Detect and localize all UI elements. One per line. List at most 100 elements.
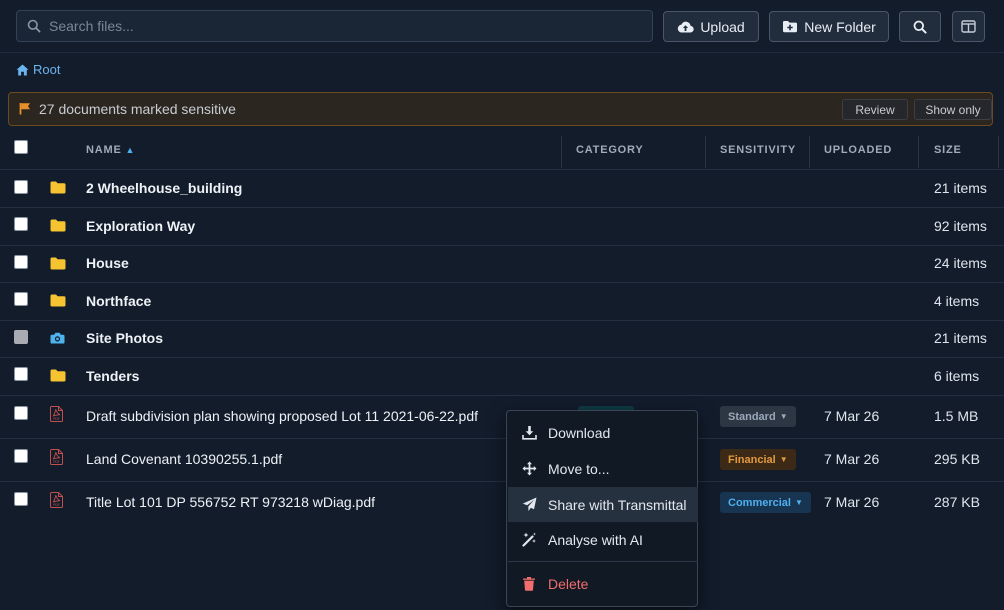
menu-divider (508, 561, 698, 562)
sensitivity-badge[interactable]: Commercial ▼ (720, 492, 811, 513)
column-header-sensitivity[interactable]: SENSITIVITY (720, 144, 796, 156)
file-name[interactable]: Exploration Way (86, 218, 195, 234)
file-size: 92 items (934, 218, 987, 234)
file-name[interactable]: Site Photos (86, 330, 163, 346)
search-box[interactable] (16, 10, 653, 42)
search-icon (27, 19, 41, 33)
file-size: 4 items (934, 293, 980, 309)
row-checkbox[interactable] (14, 217, 28, 231)
column-divider[interactable] (998, 136, 999, 168)
svg-text:PDF: PDF (53, 460, 60, 464)
review-button[interactable]: Review (842, 99, 908, 120)
folder-plus-icon (782, 20, 798, 33)
column-divider[interactable] (705, 136, 706, 168)
table-row[interactable]: PDF Draft subdivision plan showing propo… (0, 396, 1004, 439)
pdf-icon: PDF (50, 406, 63, 422)
file-name[interactable]: 2 Wheelhouse_building (86, 180, 242, 196)
table-header: NAME ▲ CATEGORY SENSITIVITY UPLOADED SIZ… (0, 132, 1004, 170)
file-name[interactable]: Tenders (86, 368, 139, 384)
menu-item-label: Move to... (548, 460, 610, 477)
row-checkbox[interactable] (14, 406, 28, 420)
file-size: 1.5 MB (934, 408, 979, 424)
row-checkbox[interactable] (14, 330, 28, 344)
sort-ascending-icon: ▲ (125, 145, 136, 155)
folder-icon (50, 181, 66, 194)
upload-label: Upload (700, 18, 745, 35)
send-icon (522, 497, 537, 512)
file-name[interactable]: Northface (86, 293, 151, 309)
column-divider[interactable] (918, 136, 919, 168)
chevron-down-icon: ▼ (779, 455, 788, 464)
camera-icon (50, 332, 65, 344)
column-header-category[interactable]: CATEGORY (576, 144, 644, 156)
column-divider[interactable] (561, 136, 562, 168)
file-name[interactable]: Title Lot 101 DP 556752 RT 973218 wDiag.… (86, 494, 375, 510)
folder-icon (50, 219, 66, 232)
menu-item-share-transmittal[interactable]: Share with Transmittal (508, 487, 698, 522)
file-name[interactable]: Land Covenant 10390255.1.pdf (86, 451, 282, 467)
table-row[interactable]: PDF Land Covenant 10390255.1.pdf Financi… (0, 439, 1004, 482)
banner-text: 27 documents marked sensitive (39, 101, 236, 117)
sensitivity-badge[interactable]: Standard ▼ (720, 406, 796, 427)
download-icon (522, 425, 537, 440)
row-checkbox[interactable] (14, 180, 28, 194)
context-menu: Download Move to... Share with Transmitt… (506, 410, 698, 607)
search-icon (913, 20, 927, 34)
file-size: 6 items (934, 368, 980, 384)
svg-text:PDF: PDF (53, 503, 60, 507)
move-icon (522, 461, 537, 476)
upload-button[interactable]: Upload (663, 11, 759, 42)
upload-date: 7 Mar 26 (824, 451, 880, 467)
table-row[interactable]: Site Photos 21 items (0, 321, 1004, 358)
row-checkbox[interactable] (14, 367, 28, 381)
sensitivity-label: Commercial (728, 496, 791, 509)
sensitivity-badge[interactable]: Financial ▼ (720, 449, 796, 470)
menu-item-label: Delete (548, 575, 589, 592)
file-name[interactable]: Draft subdivision plan showing proposed … (86, 408, 478, 424)
table-row[interactable]: House 24 items (0, 246, 1004, 283)
breadcrumb: Root (16, 62, 60, 77)
sensitivity-label: Financial (728, 453, 776, 466)
sensitivity-label: Standard (728, 410, 776, 423)
name-header-label: NAME (86, 144, 122, 156)
menu-item-label: Analyse with AI (548, 531, 643, 548)
toolbar: Upload New Folder (0, 0, 1004, 53)
menu-item-analyse-ai[interactable]: Analyse with AI (508, 522, 698, 557)
trash-icon (522, 576, 536, 591)
row-checkbox[interactable] (14, 292, 28, 306)
new-folder-button[interactable]: New Folder (769, 11, 889, 42)
row-checkbox[interactable] (14, 449, 28, 463)
table-row[interactable]: Tenders 6 items (0, 358, 1004, 396)
table-row[interactable]: 2 Wheelhouse_building 21 items (0, 170, 1004, 208)
file-name[interactable]: House (86, 255, 129, 271)
column-header-name[interactable]: NAME ▲ (86, 144, 135, 156)
column-header-uploaded[interactable]: UPLOADED (824, 144, 892, 156)
row-checkbox[interactable] (14, 255, 28, 269)
column-divider[interactable] (809, 136, 810, 168)
menu-item-move[interactable]: Move to... (508, 451, 698, 486)
menu-item-delete[interactable]: Delete (508, 566, 698, 601)
magic-wand-icon (522, 532, 537, 547)
breadcrumb-root-link[interactable]: Root (33, 62, 60, 77)
layout-toggle-button[interactable] (952, 11, 985, 42)
pdf-icon: PDF (50, 449, 63, 465)
file-size: 21 items (934, 330, 987, 346)
upload-date: 7 Mar 26 (824, 408, 880, 424)
search-input[interactable] (49, 11, 639, 41)
table-row[interactable]: Northface 4 items (0, 283, 1004, 321)
file-size: 295 KB (934, 451, 980, 467)
columns-icon (961, 20, 976, 33)
select-all-checkbox[interactable] (14, 140, 28, 154)
menu-item-label: Share with Transmittal (548, 496, 687, 513)
menu-item-download[interactable]: Download (508, 415, 698, 450)
flag-icon (19, 102, 31, 115)
table-row[interactable]: PDF Title Lot 101 DP 556752 RT 973218 wD… (0, 482, 1004, 524)
row-checkbox[interactable] (14, 492, 28, 506)
table-row[interactable]: Exploration Way 92 items (0, 208, 1004, 246)
file-size: 24 items (934, 255, 987, 271)
chevron-down-icon: ▼ (779, 412, 788, 421)
column-header-size[interactable]: SIZE (934, 144, 962, 156)
search-button[interactable] (899, 11, 941, 42)
folder-icon (50, 369, 66, 382)
show-only-button[interactable]: Show only (914, 99, 992, 120)
